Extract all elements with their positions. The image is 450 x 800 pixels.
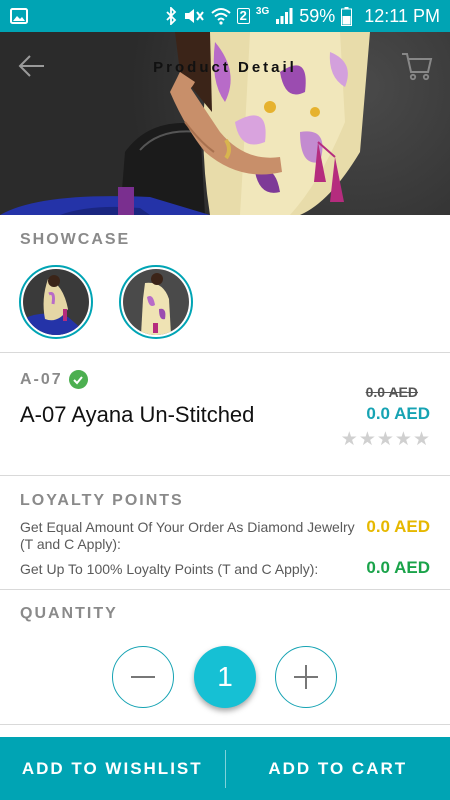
product-code-text: A-07 bbox=[20, 370, 63, 388]
showcase-thumbnail-2[interactable] bbox=[119, 265, 193, 339]
mute-icon bbox=[184, 9, 204, 23]
loyalty-value-points: 0.0 AED bbox=[366, 558, 430, 577]
star-icon: ★ bbox=[412, 429, 430, 450]
product-detail-screen: 2 3G 59% 12:11 PM Product Detail SHOWCAS… bbox=[0, 0, 450, 800]
decrease-quantity-button[interactable] bbox=[112, 646, 174, 708]
original-price: 0.0 AED bbox=[365, 384, 418, 400]
loyalty-row-diamond: Get Equal Amount Of Your Order As Diamon… bbox=[20, 519, 355, 552]
battery-percent: 59% bbox=[299, 5, 336, 26]
rating-stars: ★ ★ ★ ★ ★ bbox=[341, 428, 430, 451]
cart-button[interactable] bbox=[400, 50, 434, 82]
arrow-left-icon bbox=[18, 55, 44, 77]
minus-icon bbox=[131, 676, 155, 678]
quantity-label: QUANTITY bbox=[20, 605, 118, 622]
divider bbox=[0, 589, 450, 590]
loyalty-value-diamond: 0.0 AED bbox=[366, 517, 430, 536]
clock: 12:11 PM bbox=[364, 5, 440, 26]
star-icon: ★ bbox=[394, 429, 412, 450]
add-to-cart-button[interactable]: ADD TO CART bbox=[226, 737, 450, 800]
battery-icon bbox=[341, 6, 353, 26]
bluetooth-icon bbox=[166, 7, 176, 25]
thumbnail-image bbox=[123, 269, 189, 335]
product-name: A-07 Ayana Un-Stitched bbox=[20, 402, 255, 427]
product-code: A-07 bbox=[20, 370, 88, 389]
divider bbox=[0, 475, 450, 476]
wifi-icon bbox=[211, 8, 231, 25]
check-circle-icon bbox=[68, 370, 88, 389]
star-icon: ★ bbox=[340, 429, 358, 450]
divider bbox=[0, 724, 450, 725]
showcase-thumbnail-1[interactable] bbox=[19, 265, 93, 339]
star-icon: ★ bbox=[376, 429, 394, 450]
showcase-label: SHOWCASE bbox=[20, 231, 131, 248]
increase-quantity-button[interactable] bbox=[275, 646, 337, 708]
loyalty-row-points: Get Up To 100% Loyalty Points (T and C A… bbox=[20, 561, 319, 577]
add-to-wishlist-button[interactable]: ADD TO WISHLIST bbox=[0, 737, 225, 800]
star-icon: ★ bbox=[358, 429, 376, 450]
status-bar: 2 3G 59% 12:11 PM bbox=[0, 0, 450, 32]
current-price: 0.0 AED bbox=[366, 404, 430, 423]
gallery-icon bbox=[10, 8, 28, 24]
divider bbox=[0, 352, 450, 353]
cart-icon bbox=[402, 53, 433, 81]
page-title: Product Detail bbox=[153, 59, 297, 76]
signal-icon bbox=[276, 8, 293, 24]
bottom-action-bar: ADD TO WISHLIST ADD TO CART bbox=[0, 737, 450, 800]
back-button[interactable] bbox=[16, 50, 48, 82]
network-type: 3G bbox=[255, 5, 270, 17]
sim-badge: 2 bbox=[236, 8, 250, 24]
thumbnail-image bbox=[23, 269, 89, 335]
quantity-value: 1 bbox=[194, 646, 256, 708]
loyalty-points-label: LOYALTY POINTS bbox=[20, 492, 184, 509]
plus-icon bbox=[294, 665, 318, 689]
product-hero-image: Product Detail bbox=[0, 32, 450, 215]
